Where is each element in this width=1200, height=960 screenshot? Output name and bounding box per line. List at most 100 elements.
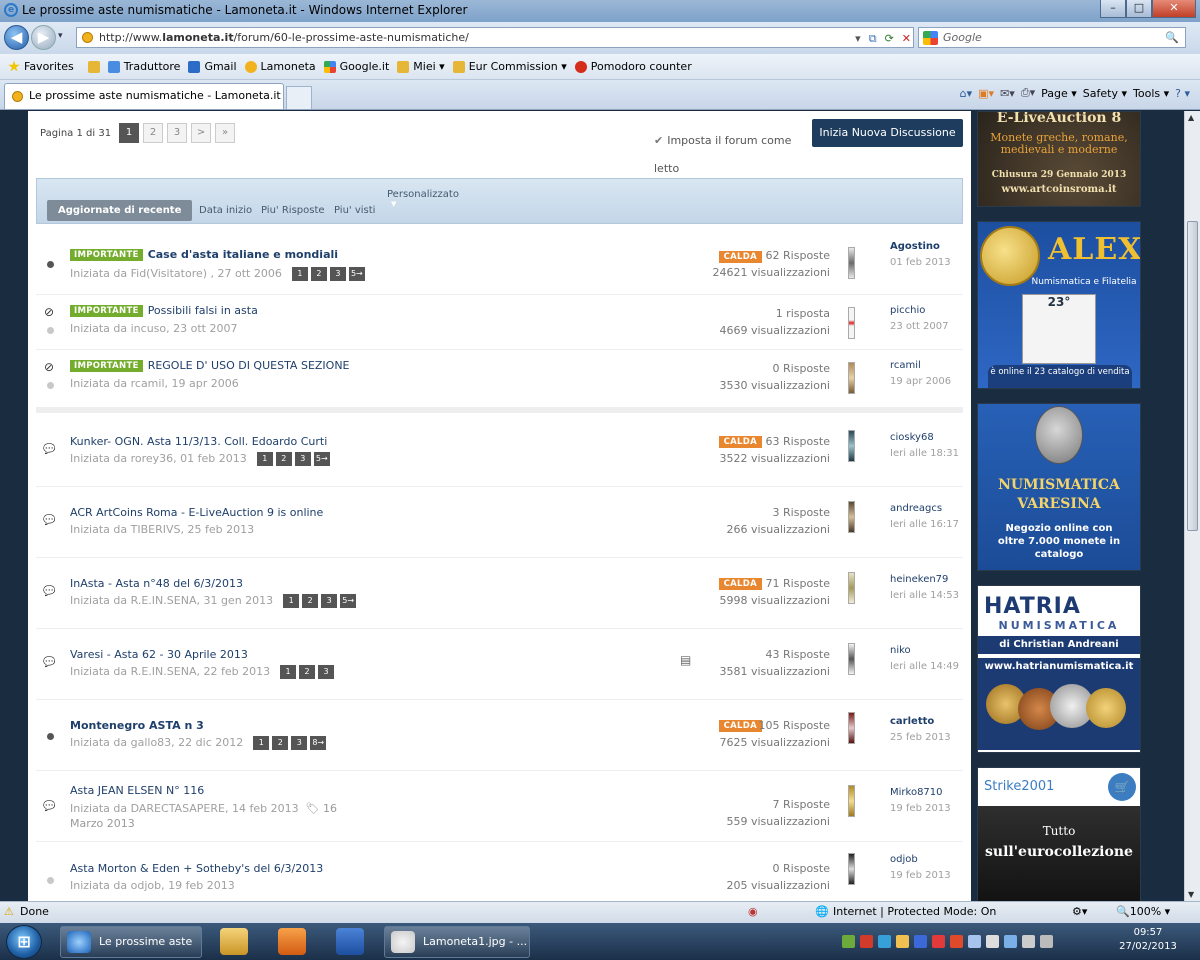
ad-hatria[interactable]: HATRIA NUMISMATICA di Christian Andreani…: [977, 585, 1141, 753]
tray-icon[interactable]: [842, 935, 855, 948]
address-field[interactable]: http://www.lamoneta.it/forum/60-le-pross…: [76, 27, 914, 48]
mini-page-link[interactable]: 2: [302, 594, 319, 608]
network-icon[interactable]: [1004, 935, 1017, 948]
topic-title[interactable]: ACR ArtCoins Roma - E-LiveAuction 9 is o…: [70, 506, 323, 519]
print-icon[interactable]: ⎙▾: [1021, 86, 1035, 100]
safety-menu[interactable]: Safety ▾: [1083, 86, 1127, 100]
scroll-thumb[interactable]: [1187, 221, 1198, 531]
mini-page-link[interactable]: 5→: [313, 452, 330, 466]
minimize-button[interactable]: –: [1100, 0, 1126, 18]
tray-icon[interactable]: [860, 935, 873, 948]
sort-most-replies-tab[interactable]: Piu' Risposte: [261, 200, 325, 221]
last-poster-name[interactable]: ciosky68: [890, 432, 934, 443]
topic-title[interactable]: InAsta - Asta n°48 del 6/3/2013: [70, 577, 243, 590]
maximize-button[interactable]: □: [1126, 0, 1152, 18]
sort-most-viewed-tab[interactable]: Piu' visti: [334, 200, 375, 221]
last-poster-name[interactable]: Agostino: [890, 241, 940, 252]
topic-row[interactable]: ⊘ IMPORTANTE REGOLE D' USO DI QUESTA SEZI…: [36, 350, 963, 405]
favorites-button[interactable]: Favorites: [8, 60, 74, 73]
home-icon[interactable]: ⌂▾: [960, 86, 973, 100]
tray-icon[interactable]: [986, 935, 999, 948]
tab-lamoneta[interactable]: Le prossime aste numismatiche - Lamoneta…: [4, 83, 284, 109]
topic-row[interactable]: 💬 InAsta - Asta n°48 del 6/3/2013 Inizia…: [36, 558, 963, 629]
mini-page-link[interactable]: 5→: [348, 267, 365, 281]
avatar[interactable]: [848, 785, 855, 817]
tray-icon[interactable]: [878, 935, 891, 948]
page-2-button[interactable]: 2: [143, 123, 164, 143]
vertical-scrollbar[interactable]: ▲ ▼: [1184, 111, 1200, 901]
last-poster-name[interactable]: andreagcs: [890, 503, 942, 514]
mini-page-link[interactable]: 8→: [310, 736, 327, 750]
last-page-button[interactable]: »: [215, 123, 236, 143]
topic-row[interactable]: ⊘ IMPORTANTE Possibili falsi in asta Iniz…: [36, 295, 963, 350]
forward-button[interactable]: ▶: [31, 25, 56, 50]
last-poster-name[interactable]: carletto: [890, 716, 934, 727]
sort-custom-dropdown[interactable]: Personalizzato ▼: [387, 189, 459, 208]
last-poster-name[interactable]: niko: [890, 645, 911, 656]
mail-icon[interactable]: ✉▾: [1000, 86, 1015, 100]
rss-feed-icon[interactable]: ▣▾: [978, 86, 994, 100]
page-1-button[interactable]: 1: [119, 123, 140, 143]
topic-title[interactable]: IMPORTANTE Possibili falsi in asta: [70, 304, 258, 317]
mini-page-link[interactable]: 2: [310, 267, 327, 281]
topic-title[interactable]: Montenegro ASTA n 3: [70, 719, 204, 732]
fav-gmail[interactable]: Gmail: [188, 60, 237, 73]
avatar[interactable]: [848, 643, 855, 675]
ad-artcoinsroma[interactable]: E-LiveAuction 8 Monete greche, romane, m…: [977, 111, 1141, 207]
mini-page-link[interactable]: 2: [275, 452, 292, 466]
last-poster-name[interactable]: Mirko8710: [890, 787, 943, 798]
mark-forum-read-link[interactable]: ✔ Imposta il forum come letto: [654, 127, 804, 183]
privacy-icon[interactable]: ◉: [748, 902, 758, 922]
tools-menu[interactable]: Tools ▾: [1133, 86, 1169, 100]
last-poster-name[interactable]: rcamil: [890, 360, 921, 371]
tray-icon[interactable]: [914, 935, 927, 948]
topic-title[interactable]: Kunker- OGN. Asta 11/3/13. Coll. Edoardo…: [70, 435, 327, 448]
fav-pomodoro[interactable]: Pomodoro counter: [574, 60, 692, 73]
refresh-icon[interactable]: ⟳: [885, 29, 894, 48]
clock[interactable]: 09:57 27/02/2013: [1108, 926, 1188, 954]
volume-icon[interactable]: [1040, 935, 1053, 948]
back-button[interactable]: ◀: [4, 25, 29, 50]
mini-page-link[interactable]: 1: [253, 736, 270, 750]
mini-page-link[interactable]: 1: [280, 665, 297, 679]
topic-title[interactable]: Asta Morton & Eden + Sotheby's del 6/3/2…: [70, 862, 323, 875]
topic-row[interactable]: Asta Morton & Eden + Sotheby's del 6/3/2…: [36, 842, 963, 901]
avatar[interactable]: [848, 307, 855, 339]
tray-icon[interactable]: [896, 935, 909, 948]
taskbar-ie-window[interactable]: Le prossime aste ...: [60, 926, 202, 958]
topic-title[interactable]: Asta JEAN ELSEN N° 116: [70, 784, 204, 797]
address-dropdown-icon[interactable]: ▾: [855, 29, 861, 48]
help-menu[interactable]: ? ▾: [1175, 86, 1190, 100]
topic-title[interactable]: Varesi - Asta 62 - 30 Aprile 2013: [70, 648, 248, 661]
mini-page-link[interactable]: 1: [256, 452, 273, 466]
mini-page-link[interactable]: 3: [294, 452, 311, 466]
scroll-up-icon[interactable]: ▲: [1188, 113, 1194, 122]
sort-recent-tab[interactable]: Aggiornate di recente: [47, 200, 193, 221]
tray-icon[interactable]: [932, 935, 945, 948]
avatar[interactable]: [848, 712, 855, 744]
protected-mode-icon[interactable]: ⚙▾: [1072, 902, 1087, 922]
avatar[interactable]: [848, 362, 855, 394]
close-window-button[interactable]: ✕: [1152, 0, 1196, 18]
mini-page-link[interactable]: 2: [299, 665, 316, 679]
topic-row[interactable]: 💬 Asta JEAN ELSEN N° 116 Iniziata da DAR…: [36, 771, 963, 842]
fav-eur-commission-folder[interactable]: Eur Commission ▾: [452, 60, 567, 73]
fav-traduttore[interactable]: Traduttore: [107, 60, 180, 73]
mini-page-link[interactable]: 1: [291, 267, 308, 281]
outlook-icon[interactable]: [278, 928, 306, 955]
last-poster-name[interactable]: picchio: [890, 305, 925, 316]
search-box[interactable]: Google 🔍: [918, 27, 1186, 48]
stop-icon[interactable]: ✕: [902, 29, 911, 48]
security-zone[interactable]: Internet | Protected Mode: On: [833, 902, 996, 922]
topic-row[interactable]: Montenegro ASTA n 3 Iniziata da gallo83,…: [36, 700, 963, 771]
add-favorite-icon[interactable]: [87, 60, 100, 73]
history-dropdown-icon[interactable]: ▾: [58, 31, 63, 41]
mini-page-link[interactable]: 3: [291, 736, 308, 750]
action-center-icon[interactable]: [1022, 935, 1035, 948]
start-button[interactable]: ⊞: [6, 925, 42, 959]
avatar[interactable]: [848, 247, 855, 279]
search-icon[interactable]: 🔍: [1165, 28, 1179, 47]
fav-miei-folder[interactable]: Miei ▾: [397, 60, 445, 73]
next-page-button[interactable]: >: [191, 123, 212, 143]
fav-google[interactable]: Google.it: [323, 60, 389, 73]
